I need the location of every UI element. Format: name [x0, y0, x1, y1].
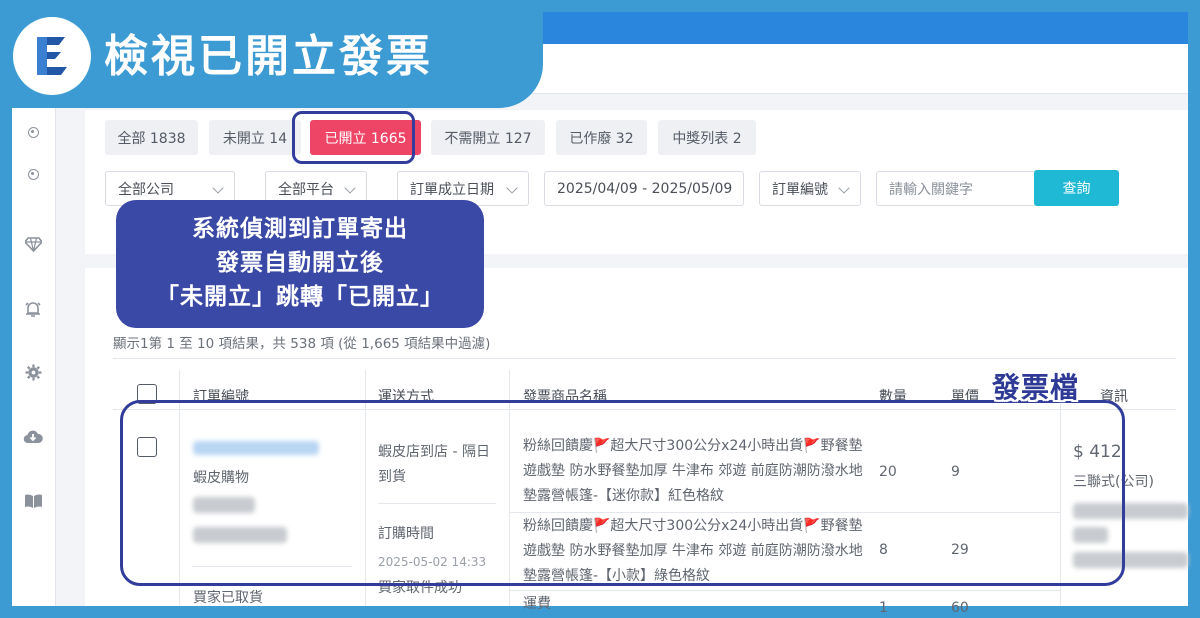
active-tab-highlight: [292, 111, 415, 164]
date-range-value: 2025/04/09 - 2025/05/09: [557, 180, 733, 197]
title-banner: 檢視已開立發票: [0, 0, 543, 108]
field-select[interactable]: 訂單編號: [759, 171, 861, 206]
tab-no-need[interactable]: 不需開立 127: [431, 120, 545, 155]
radio-dot-icon[interactable]: [23, 122, 43, 142]
keyword-input[interactable]: 請輸入關鍵字: [876, 171, 1036, 206]
brand-logo-icon: [13, 17, 91, 95]
result-summary: 顯示1第 1 至 10 項結果，共 538 項 (從 1,665 項結果中過濾): [113, 336, 491, 352]
shipping-fee-label: 運費: [523, 596, 551, 612]
top-bar: [542, 12, 1188, 44]
tab-voided[interactable]: 已作廢 32: [556, 120, 647, 155]
gear-icon[interactable]: [23, 362, 43, 382]
callout-line: 「未開立」跳轉「已開立」: [156, 284, 444, 310]
radio-dot-icon[interactable]: [23, 164, 43, 184]
date-type-select-value: 訂單成立日期: [410, 181, 494, 198]
page-title: 檢視已開立發票: [104, 31, 433, 82]
keyword-placeholder: 請輸入關鍵字: [889, 181, 973, 198]
chevron-down-icon: [838, 182, 850, 194]
platform-select-value: 全部平台: [278, 181, 334, 198]
chevron-down-icon: [506, 182, 518, 194]
row-divider: [510, 590, 1060, 591]
date-range-input[interactable]: 2025/04/09 - 2025/05/09: [544, 171, 744, 206]
invoice-highlight-box: [120, 400, 1125, 586]
tab-not-issued[interactable]: 未開立 14: [209, 120, 301, 155]
cloud-download-icon[interactable]: [23, 427, 43, 447]
shipping-fee-price: 60: [951, 600, 969, 616]
callout-line: 發票自動開立後: [216, 250, 384, 276]
alarm-bell-icon[interactable]: [23, 299, 43, 319]
sidebar: [12, 94, 56, 606]
tab-winning-list[interactable]: 中獎列表 2: [658, 120, 756, 155]
shipping-fee-qty: 1: [879, 600, 888, 616]
callout-line: 系統偵測到訂單寄出: [192, 216, 408, 242]
chevron-down-icon: [344, 182, 356, 194]
seller-status: 買家已取貨: [193, 590, 263, 606]
invoice-file-label: 發票檔: [992, 371, 1080, 404]
diamond-icon[interactable]: [23, 234, 43, 254]
field-select-value: 訂單編號: [772, 181, 828, 198]
callout-note: 系統偵測到訂單寄出 發票自動開立後 「未開立」跳轉「已開立」: [116, 200, 484, 328]
chevron-down-icon: [212, 182, 224, 194]
company-select-value: 全部公司: [118, 181, 174, 198]
book-open-icon[interactable]: [23, 491, 43, 511]
query-button[interactable]: 查詢: [1034, 170, 1119, 206]
tab-all[interactable]: 全部 1838: [105, 120, 198, 155]
